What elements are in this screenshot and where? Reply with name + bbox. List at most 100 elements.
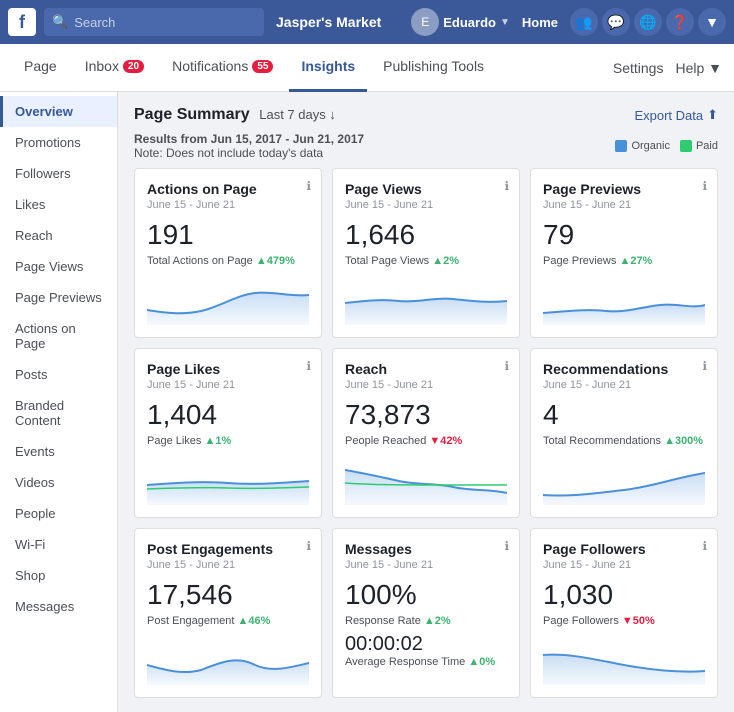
card-1-title: Actions on Page <box>147 181 309 197</box>
card-4-label: Page Likes ▲1% <box>147 435 309 447</box>
sidebar-item-overview[interactable]: Overview <box>0 96 117 127</box>
page-nav-inbox[interactable]: Inbox 20 <box>73 44 156 92</box>
card-4-value: 1,404 <box>147 399 309 431</box>
user-avatar: E <box>411 8 439 36</box>
export-data-link[interactable]: Export Data ⬆ <box>634 107 718 123</box>
card-8-extra-label: Average Response Time ▲0% <box>345 656 507 668</box>
question-icon[interactable]: ❓ <box>666 8 694 36</box>
card-messages: ℹ Messages June 15 - June 21 100% Respon… <box>332 528 520 698</box>
card-9-change: ▼50% <box>622 615 655 627</box>
sidebar-item-messages[interactable]: Messages <box>0 591 117 622</box>
main-layout: Overview Promotions Followers Likes Reac… <box>0 92 734 712</box>
card-recommendations: ℹ Recommendations June 15 - June 21 4 To… <box>530 348 718 518</box>
card-1-value: 191 <box>147 219 309 251</box>
search-icon: 🔍 <box>52 14 68 30</box>
card-9-value: 1,030 <box>543 579 705 611</box>
sidebar-item-wifi[interactable]: Wi-Fi <box>0 529 117 560</box>
card-7-date: June 15 - June 21 <box>147 559 309 571</box>
card-6-label: Total Recommendations ▲300% <box>543 435 705 447</box>
card-9-date: June 15 - June 21 <box>543 559 705 571</box>
sidebar: Overview Promotions Followers Likes Reac… <box>0 92 118 712</box>
card-5-change: ▼42% <box>429 435 462 447</box>
sidebar-item-reach[interactable]: Reach <box>0 220 117 251</box>
sidebar-item-people[interactable]: People <box>0 498 117 529</box>
card-info-icon-9[interactable]: ℹ <box>702 539 707 553</box>
card-8-label: Response Rate ▲2% <box>345 615 507 627</box>
card-3-change: ▲27% <box>619 255 652 267</box>
page-summary-title: Page Summary <box>134 106 250 123</box>
card-5-value: 73,873 <box>345 399 507 431</box>
card-info-icon-5[interactable]: ℹ <box>504 359 509 373</box>
card-page-likes: ℹ Page Likes June 15 - June 21 1,404 Pag… <box>134 348 322 518</box>
search-input[interactable] <box>74 15 256 30</box>
sidebar-item-promotions[interactable]: Promotions <box>0 127 117 158</box>
sidebar-item-page-previews[interactable]: Page Previews <box>0 282 117 313</box>
user-name[interactable]: Eduardo <box>443 15 496 30</box>
friends-icon[interactable]: 👥 <box>570 8 598 36</box>
sidebar-item-actions[interactable]: Actions on Page <box>0 313 117 359</box>
card-info-icon-3[interactable]: ℹ <box>702 179 707 193</box>
sidebar-item-videos[interactable]: Videos <box>0 467 117 498</box>
page-nav-insights[interactable]: Insights <box>289 44 367 92</box>
card-1-date: June 15 - June 21 <box>147 199 309 211</box>
card-6-chart <box>543 455 705 505</box>
card-info-icon-6[interactable]: ℹ <box>702 359 707 373</box>
help-link[interactable]: Help ▼ <box>675 60 722 76</box>
page-nav-publishing[interactable]: Publishing Tools <box>371 44 496 92</box>
card-9-chart <box>543 635 705 685</box>
card-actions-on-page: ℹ Actions on Page June 15 - June 21 191 … <box>134 168 322 338</box>
card-4-date: June 15 - June 21 <box>147 379 309 391</box>
sidebar-item-posts[interactable]: Posts <box>0 359 117 390</box>
menu-icon[interactable]: ▼ <box>698 8 726 36</box>
summary-header: Page Summary Last 7 days ↓ Export Data ⬆ <box>134 106 718 124</box>
legend-organic: Organic <box>615 140 670 152</box>
card-2-date: June 15 - June 21 <box>345 199 507 211</box>
chat-icon[interactable]: 💬 <box>602 8 630 36</box>
main-content: Page Summary Last 7 days ↓ Export Data ⬆… <box>118 92 734 712</box>
summary-period[interactable]: Last 7 days ↓ <box>259 107 336 122</box>
card-page-views: ℹ Page Views June 15 - June 21 1,646 Tot… <box>332 168 520 338</box>
card-info-icon-1[interactable]: ℹ <box>306 179 311 193</box>
card-8-date: June 15 - June 21 <box>345 559 507 571</box>
card-6-change: ▲300% <box>664 435 703 447</box>
sidebar-item-shop[interactable]: Shop <box>0 560 117 591</box>
page-nav-notifications[interactable]: Notifications 55 <box>160 44 285 92</box>
card-2-chart <box>345 275 507 325</box>
card-2-title: Page Views <box>345 181 507 197</box>
sidebar-item-page-views[interactable]: Page Views <box>0 251 117 282</box>
card-4-title: Page Likes <box>147 361 309 377</box>
card-8-change: ▲2% <box>424 615 451 627</box>
date-info: Results from Jun 15, 2017 - Jun 21, 2017… <box>134 132 718 160</box>
card-7-value: 17,546 <box>147 579 309 611</box>
sidebar-item-likes[interactable]: Likes <box>0 189 117 220</box>
export-icon: ⬆ <box>707 107 718 123</box>
card-6-title: Recommendations <box>543 361 705 377</box>
card-3-label: Page Previews ▲27% <box>543 255 705 267</box>
card-3-chart <box>543 275 705 325</box>
card-info-icon-2[interactable]: ℹ <box>504 179 509 193</box>
fb-logo: f <box>8 8 36 36</box>
user-dropdown-icon[interactable]: ▼ <box>500 17 510 28</box>
card-info-icon-8[interactable]: ℹ <box>504 539 509 553</box>
nav-right: E Eduardo ▼ Home 👥 💬 🌐 ❓ ▼ <box>411 8 726 36</box>
page-nav-page[interactable]: Page <box>12 44 69 92</box>
settings-link[interactable]: Settings <box>613 60 664 76</box>
card-page-previews: ℹ Page Previews June 15 - June 21 79 Pag… <box>530 168 718 338</box>
sidebar-item-events[interactable]: Events <box>0 436 117 467</box>
inbox-badge: 20 <box>123 60 144 73</box>
card-info-icon-4[interactable]: ℹ <box>306 359 311 373</box>
home-link[interactable]: Home <box>514 15 566 30</box>
card-4-chart <box>147 455 309 505</box>
legend-paid: Paid <box>680 140 718 152</box>
summary-title-area: Page Summary Last 7 days ↓ <box>134 106 336 124</box>
card-6-date: June 15 - June 21 <box>543 379 705 391</box>
search-bar[interactable]: 🔍 <box>44 8 264 36</box>
card-info-icon-7[interactable]: ℹ <box>306 539 311 553</box>
organic-dot <box>615 140 627 152</box>
card-9-title: Page Followers <box>543 541 705 557</box>
card-page-followers: ℹ Page Followers June 15 - June 21 1,030… <box>530 528 718 698</box>
sidebar-item-branded[interactable]: Branded Content <box>0 390 117 436</box>
card-8-value: 100% <box>345 579 507 611</box>
globe-icon[interactable]: 🌐 <box>634 8 662 36</box>
sidebar-item-followers[interactable]: Followers <box>0 158 117 189</box>
